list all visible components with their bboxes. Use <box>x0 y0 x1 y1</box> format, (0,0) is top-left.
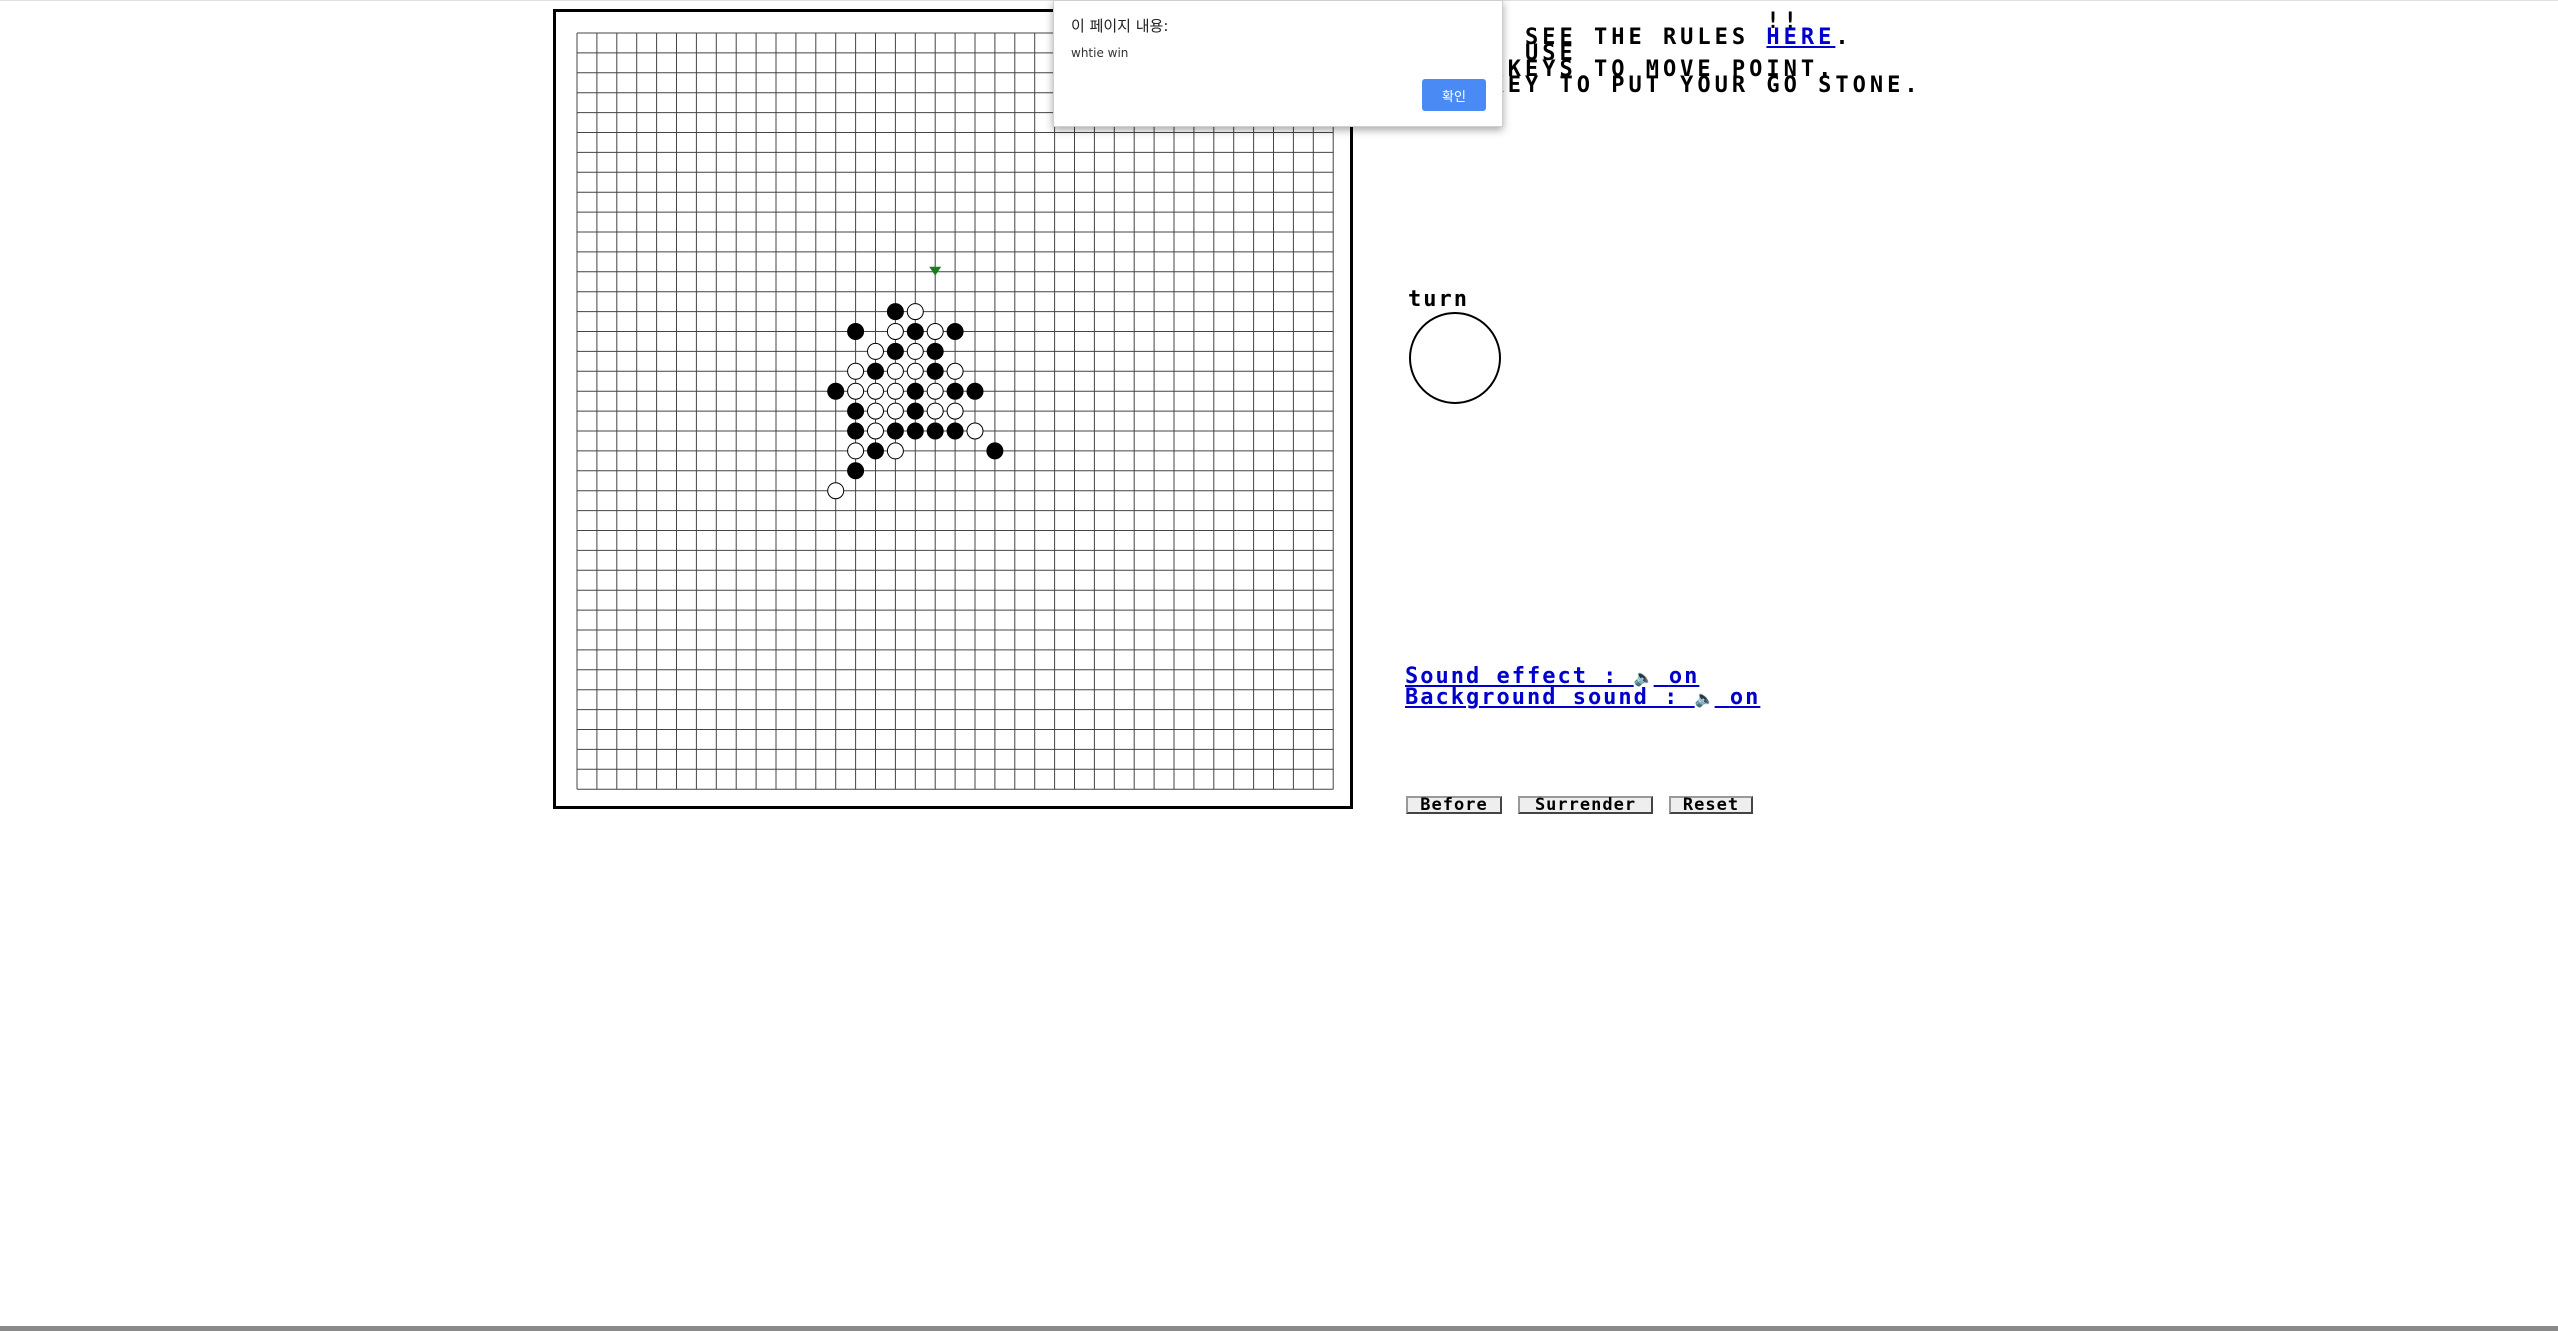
instructions: !! N SEE THE RULES HERE. N USE KEYS TO M… <box>1456 11 2056 97</box>
black-stone <box>986 442 1004 460</box>
black-stone <box>827 382 845 400</box>
white-stone <box>867 402 884 420</box>
background-sound-label: Background sound : <box>1405 685 1695 710</box>
white-stone <box>946 362 964 380</box>
alert-dialog: 이 페이지 내용: whtie win 확인 <box>1053 0 1503 127</box>
info-line-2-end: . <box>1835 25 1853 50</box>
black-stone <box>906 382 924 400</box>
white-stone <box>906 342 924 360</box>
white-stone <box>926 402 944 420</box>
black-stone <box>946 422 964 440</box>
black-stone <box>966 382 984 400</box>
white-stone <box>886 382 904 400</box>
black-stone <box>867 442 884 460</box>
black-stone <box>847 402 865 420</box>
surrender-button[interactable]: Surrender <box>1518 796 1653 814</box>
white-stone <box>847 382 865 400</box>
black-stone <box>906 402 924 420</box>
white-stone <box>886 323 904 340</box>
background-sound-state: on <box>1729 685 1761 710</box>
background-sound-toggle[interactable]: Background sound : 🔈 on <box>1405 685 1760 710</box>
white-stone <box>886 442 904 460</box>
white-stone <box>867 342 884 360</box>
white-stone <box>946 402 964 420</box>
black-stone <box>906 323 924 340</box>
black-stone <box>926 422 944 440</box>
black-stone <box>847 323 865 340</box>
white-stone <box>847 442 865 460</box>
white-stone <box>906 303 924 321</box>
before-button[interactable]: Before <box>1406 796 1502 814</box>
white-stone <box>827 482 845 500</box>
white-stone <box>906 362 924 380</box>
black-stone <box>946 323 964 340</box>
black-stone <box>886 422 904 440</box>
black-stone <box>886 303 904 321</box>
black-stone <box>847 422 865 440</box>
dialog-title: 이 페이지 내용: <box>1071 17 1169 35</box>
white-stone <box>886 402 904 420</box>
black-stone <box>926 362 944 380</box>
black-stone <box>867 362 884 380</box>
white-stone <box>847 362 865 380</box>
white-stone <box>886 362 904 380</box>
white-stone <box>867 422 884 440</box>
black-stone <box>906 422 924 440</box>
turn-label: turn <box>1408 287 1469 312</box>
dialog-ok-button[interactable]: 확인 <box>1422 79 1486 111</box>
dialog-message: whtie win <box>1071 46 1129 60</box>
white-stone <box>966 422 984 440</box>
reset-button[interactable]: Reset <box>1669 796 1753 814</box>
turn-stone-indicator <box>1409 312 1501 404</box>
go-board[interactable] <box>553 9 1353 809</box>
rules-link[interactable]: HERE <box>1766 25 1835 50</box>
black-stone <box>886 342 904 360</box>
white-stone <box>926 323 944 340</box>
black-stone <box>946 382 964 400</box>
black-stone <box>847 462 865 480</box>
white-stone <box>926 382 944 400</box>
black-stone <box>926 342 944 360</box>
board-grid[interactable] <box>556 12 1350 806</box>
window-bottom-bar <box>0 1326 2558 1331</box>
speaker-icon: 🔈 <box>1694 689 1715 708</box>
info-line-5: KEY TO PUT YOUR GO STONE. <box>1456 73 1922 98</box>
white-stone <box>867 382 884 400</box>
